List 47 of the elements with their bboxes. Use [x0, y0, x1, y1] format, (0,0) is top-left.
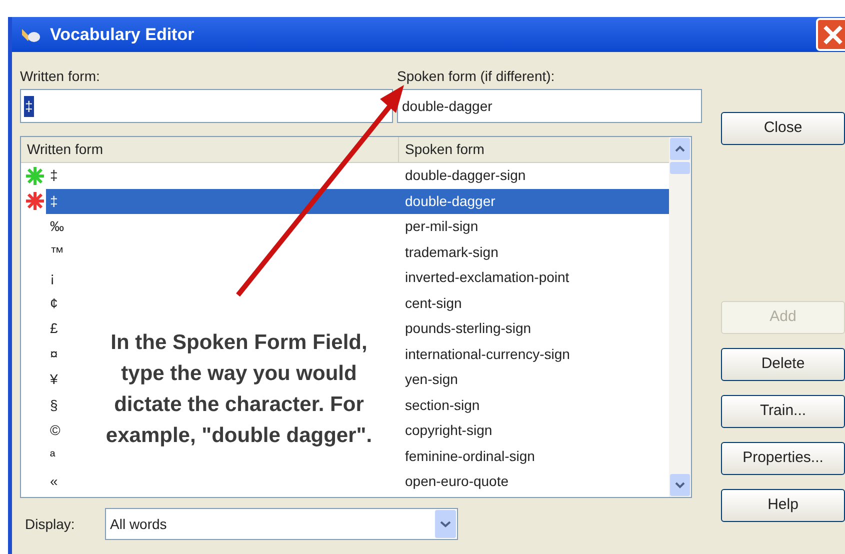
written-form-cell[interactable]: ¥ [46, 367, 62, 392]
written-form-cell[interactable]: ‡ [46, 163, 62, 188]
spoken-form-cell[interactable]: section-sign [399, 392, 669, 418]
dialog-button[interactable]: Train... [721, 395, 845, 428]
annotation-text: In the Spoken Form Field, type the way you would dictate the character. For example, "double dagger". [104, 330, 374, 449]
written-form-field[interactable]: ‡ [20, 89, 393, 123]
written-form-cell[interactable]: ™ [46, 240, 68, 265]
display-dropdown[interactable]: All words [105, 508, 458, 540]
written-form-cell[interactable]: ‡ [46, 188, 399, 214]
spoken-form-cell[interactable]: yen-sign [399, 367, 669, 392]
close-icon[interactable] [816, 18, 845, 51]
display-label: Display: [25, 514, 76, 534]
written-form-cell[interactable]: § [46, 392, 62, 418]
column-header[interactable]: Spoken form [399, 137, 669, 162]
spoken-form-cell[interactable]: international-currency-sign [399, 342, 669, 367]
spoken-form-cell[interactable]: double-dagger-sign [399, 163, 669, 188]
spoken-form-cell[interactable]: inverted-exclamation-point [399, 265, 669, 290]
field-label: Spoken form (if different): [397, 67, 556, 84]
spoken-form-cell[interactable]: copyright-sign [399, 418, 669, 444]
selected-text: ‡ [24, 96, 34, 116]
dialog-button[interactable]: Help [721, 489, 845, 522]
dialog-button[interactable]: Delete [721, 348, 845, 381]
written-form-cell[interactable]: © [46, 418, 64, 444]
spoken-form-cell[interactable]: cent-sign [399, 290, 669, 316]
spoken-form-cell[interactable]: trademark-sign [399, 240, 669, 265]
scroll-up-icon[interactable] [670, 138, 690, 160]
dialog-button[interactable]: Close [721, 112, 845, 145]
written-form-cell[interactable]: ¤ [46, 342, 62, 367]
spoken-form-cell[interactable]: feminine-ordinal-sign [399, 444, 669, 469]
scrollbar[interactable] [669, 137, 691, 497]
spoken-form-cell[interactable]: double-dagger [399, 188, 669, 214]
written-form-cell[interactable]: « [46, 469, 62, 494]
field-label: Written form: [20, 67, 101, 84]
written-form-cell[interactable]: ‰ [46, 214, 68, 240]
spoken-form-cell[interactable]: open-euro-quote [399, 469, 669, 494]
scroll-thumb[interactable] [670, 162, 690, 174]
dialog-button[interactable]: Properties... [721, 442, 845, 475]
written-form-cell[interactable]: ª [46, 444, 60, 469]
spoken-form-field[interactable]: double-dagger [397, 89, 702, 123]
scroll-down-icon[interactable] [670, 474, 690, 496]
column-header[interactable]: Written form [21, 137, 399, 162]
written-form-cell[interactable]: £ [46, 316, 62, 342]
written-form-cell[interactable]: ¡ [46, 265, 59, 290]
spoken-form-cell[interactable]: per-mil-sign [399, 214, 669, 240]
window-title: Vocabulary Editor [50, 24, 194, 46]
written-form-cell[interactable]: ¢ [46, 290, 62, 316]
spoken-form-cell[interactable]: pounds-sterling-sign [399, 316, 669, 342]
